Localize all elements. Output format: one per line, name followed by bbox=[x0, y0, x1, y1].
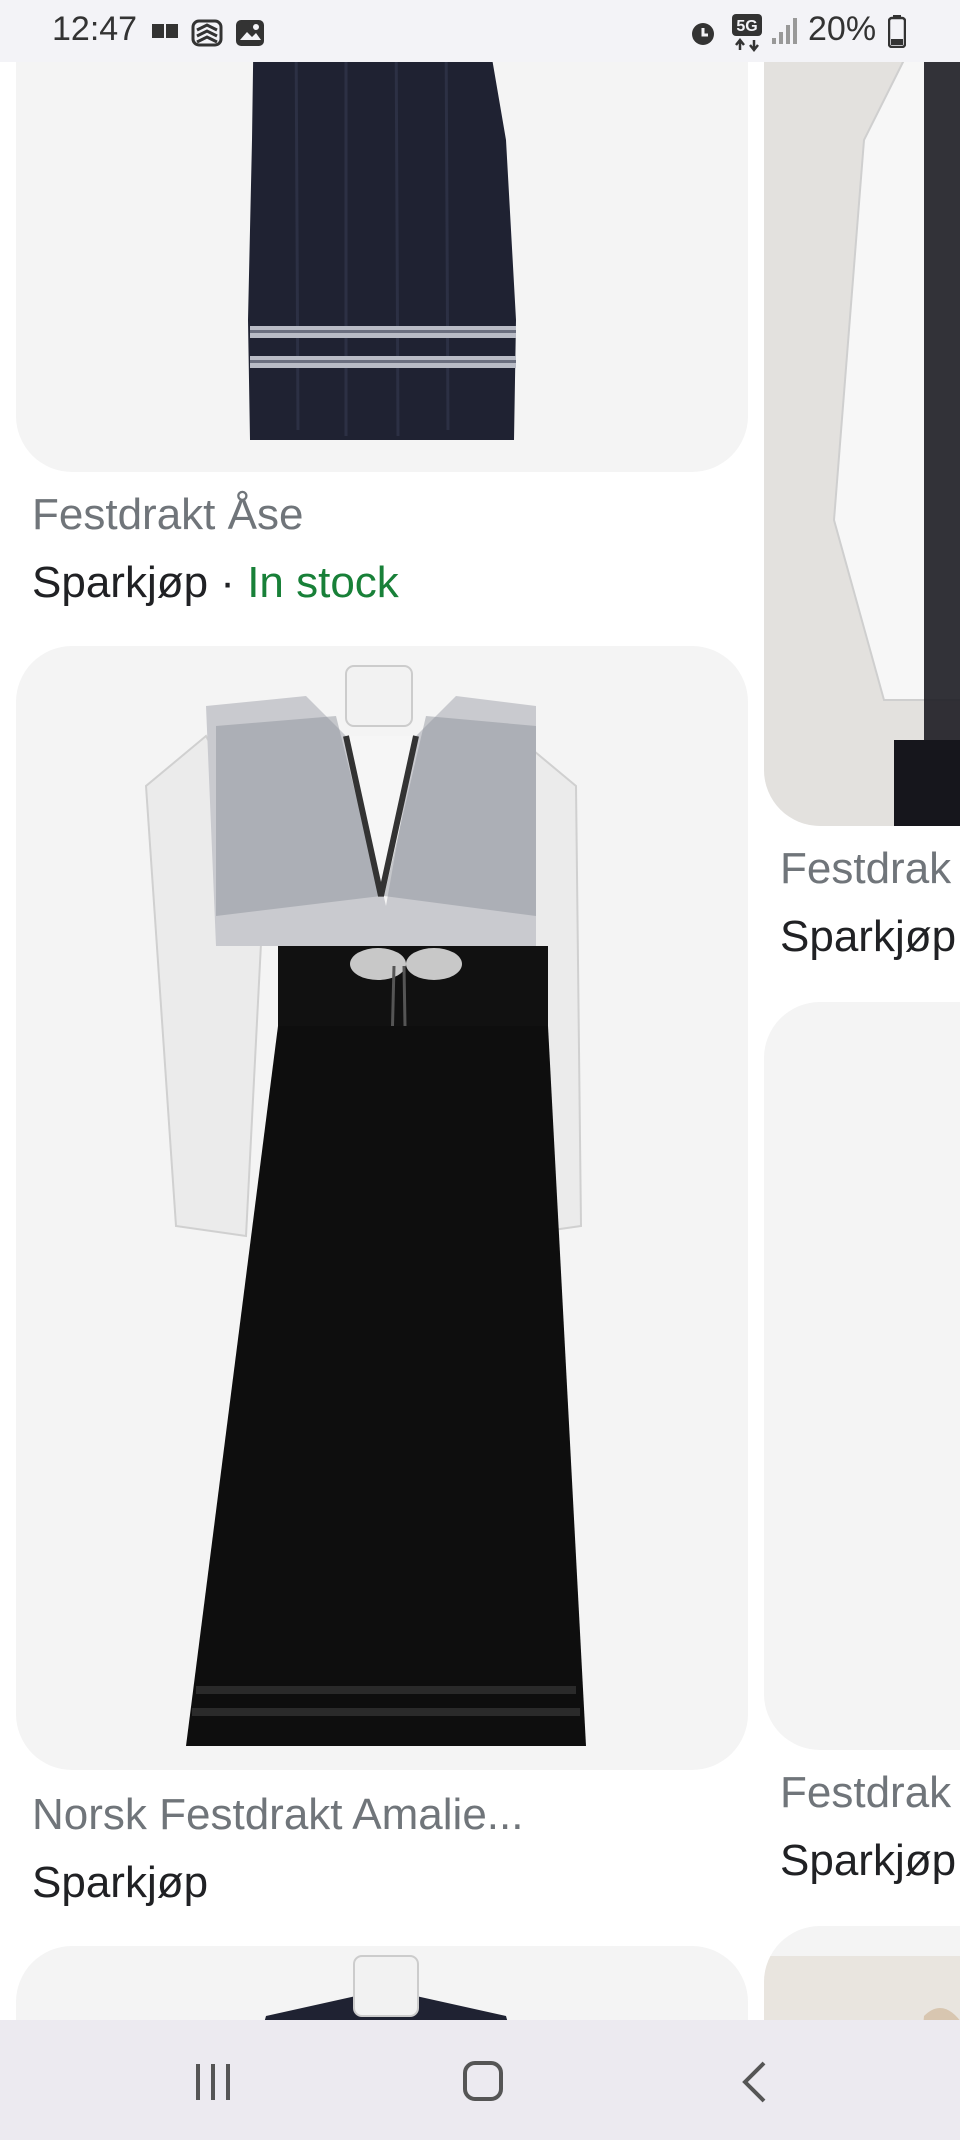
product-image-right-2[interactable] bbox=[764, 1002, 960, 1750]
product-seller-line-1: Sparkjøp · In stock bbox=[32, 558, 399, 608]
home-icon[interactable] bbox=[462, 2060, 504, 2102]
separator-1: · bbox=[208, 558, 248, 607]
product-title-right-2[interactable]: Festdrak bbox=[780, 1768, 951, 1818]
battery-icon bbox=[888, 15, 906, 48]
status-bar: 12:47 5G 20% bbox=[0, 0, 960, 62]
seller-2: Sparkjøp bbox=[32, 1858, 209, 1907]
product-image-2[interactable] bbox=[16, 646, 748, 1770]
back-icon[interactable] bbox=[740, 2060, 768, 2104]
product-image-1[interactable] bbox=[16, 0, 748, 472]
seller-right-1: Sparkjøp bbox=[780, 912, 957, 961]
5g-icon: 5G bbox=[732, 14, 762, 52]
seller-right-2: Sparkjøp bbox=[780, 1836, 957, 1885]
svg-text:5G: 5G bbox=[736, 18, 757, 35]
battery-percent: 20% bbox=[808, 10, 877, 48]
shirt-sleeve-image bbox=[764, 0, 960, 826]
layers-icon bbox=[191, 19, 223, 47]
signal-icon bbox=[772, 18, 797, 44]
skirt-image bbox=[248, 0, 516, 440]
notification-icon bbox=[152, 24, 178, 38]
product-title-right-1[interactable]: Festdrak bbox=[780, 844, 951, 894]
stock-status-1: In stock bbox=[247, 558, 399, 607]
navigation-bar bbox=[0, 2020, 960, 2140]
seller-1: Sparkjøp bbox=[32, 558, 209, 607]
product-title-1[interactable]: Festdrakt Åse bbox=[32, 490, 303, 540]
status-time: 12:47 bbox=[52, 10, 138, 48]
product-image-right-1[interactable] bbox=[764, 0, 960, 826]
gallery-icon bbox=[236, 20, 264, 46]
alarm-icon bbox=[692, 23, 714, 45]
product-title-2[interactable]: Norsk Festdrakt Amalie... bbox=[32, 1790, 523, 1840]
folk-dress-image bbox=[144, 665, 586, 1746]
recent-apps-icon[interactable] bbox=[192, 2062, 234, 2102]
